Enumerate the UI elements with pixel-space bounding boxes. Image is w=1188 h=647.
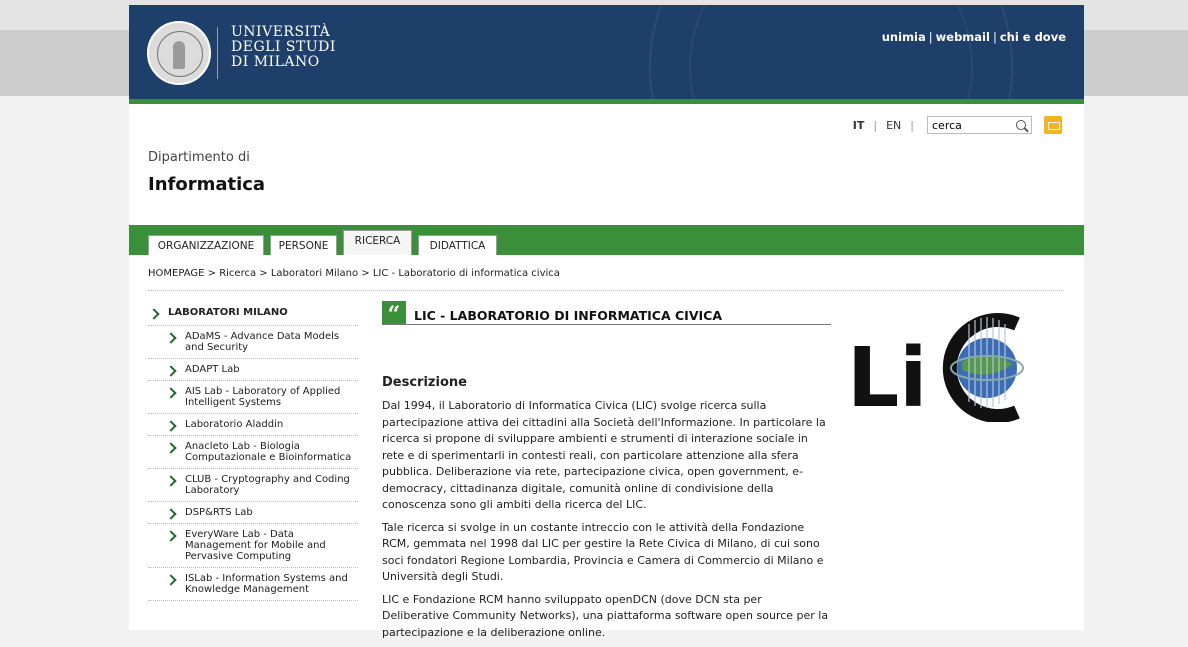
chevron-right-icon	[165, 332, 177, 344]
sidebar-item-ais[interactable]: AIS Lab - Laboratory of Applied Intellig…	[148, 381, 358, 414]
lang-it-link[interactable]: IT	[853, 119, 865, 132]
sidebar-item-label: EveryWare Lab - Data Management for Mobi…	[185, 529, 326, 562]
lang-en-link[interactable]: EN	[886, 119, 901, 132]
chevron-right-icon	[165, 365, 177, 377]
search-input[interactable]	[928, 117, 1016, 133]
sidebar-item-label: Laboratorio Aladdin	[185, 419, 284, 430]
sidebar-item-label: Anacleto Lab - Biologia Computazionale e…	[185, 441, 352, 463]
tab-didattica[interactable]: DIDATTICA	[418, 235, 497, 255]
sidebar-item-label: DSP&RTS Lab	[185, 507, 253, 518]
university-name[interactable]: UNIVERSITÀ DEGLI STUDI DI MILANO	[231, 25, 336, 70]
sidebar-item-label: ADAPT Lab	[185, 364, 240, 375]
chevron-right-icon	[165, 475, 177, 487]
header-divider	[217, 27, 218, 79]
webmail-link[interactable]: webmail	[936, 30, 990, 44]
chevron-right-icon	[165, 387, 177, 399]
university-header: UNIVERSITÀ DEGLI STUDI DI MILANO unimia |…	[129, 5, 1084, 99]
paragraph: Tale ricerca si svolge in un costante in…	[382, 520, 824, 584]
rss-icon[interactable]	[1044, 116, 1062, 134]
lang-separator: |	[910, 118, 914, 132]
sidebar-item-everyware[interactable]: EveryWare Lab - Data Management for Mobi…	[148, 524, 358, 568]
page-body: IT | EN | Dipartimento di Informatica OR…	[129, 104, 1084, 639]
paragraph: LIC e Fondazione RCM hanno sviluppato op…	[382, 592, 829, 639]
chevron-right-icon	[165, 530, 177, 542]
breadcrumb[interactable]: HOMEPAGE > Ricerca > Laboratori Milano >…	[148, 268, 560, 279]
description-text: Dal 1994, il Laboratorio di Informatica …	[382, 398, 832, 647]
top-links: unimia | webmail | chi e dove	[882, 30, 1066, 44]
lic-logo-text: Li	[847, 331, 927, 422]
sidebar-item-adapt[interactable]: ADAPT Lab	[148, 359, 358, 381]
lic-logo: Li	[847, 313, 1024, 422]
sidebar: LABORATORI MILANO ADaMS - Advance Data M…	[148, 304, 358, 601]
top-links-separator: |	[992, 30, 997, 44]
chevron-right-icon	[165, 508, 177, 520]
search-icon[interactable]	[1016, 120, 1026, 130]
tab-organizzazione[interactable]: ORGANIZZAZIONE	[148, 235, 264, 255]
search-box	[927, 116, 1032, 134]
sidebar-item-label: AIS Lab - Laboratory of Applied Intellig…	[185, 386, 341, 408]
sidebar-item-label: CLUB - Cryptography and Coding Laborator…	[185, 474, 350, 496]
sidebar-item-club[interactable]: CLUB - Cryptography and Coding Laborator…	[148, 469, 358, 502]
header-watermark-inner	[689, 5, 973, 99]
quote-icon: “	[382, 301, 406, 328]
sidebar-item-aladdin[interactable]: Laboratorio Aladdin	[148, 414, 358, 436]
university-name-line3: DI MILANO	[231, 54, 320, 70]
language-bar: IT | EN |	[853, 115, 1062, 135]
sidebar-item-dsprts[interactable]: DSP&RTS Lab	[148, 502, 358, 524]
title-underline	[382, 324, 831, 325]
tab-ricerca[interactable]: RICERCA	[343, 230, 412, 255]
sidebar-item-islab[interactable]: ISLab - Information Systems and Knowledg…	[148, 568, 358, 601]
lang-separator: |	[873, 118, 878, 132]
chi-e-dove-link[interactable]: chi e dove	[1000, 30, 1066, 44]
chevron-right-icon	[148, 308, 160, 320]
department-label: Dipartimento di	[148, 150, 250, 165]
chevron-right-icon	[165, 574, 177, 586]
sidebar-item-label: ISLab - Information Systems and Knowledg…	[185, 573, 348, 595]
paragraph: Dal 1994, il Laboratorio di Informatica …	[382, 399, 826, 511]
main-nav: ORGANIZZAZIONE PERSONE RICERCA DIDATTICA	[129, 225, 1084, 255]
unimia-link[interactable]: unimia	[882, 30, 926, 44]
top-links-separator: |	[928, 30, 933, 44]
tab-persone[interactable]: PERSONE	[270, 235, 337, 255]
breadcrumb-divider	[148, 290, 1064, 291]
sidebar-heading[interactable]: LABORATORI MILANO	[148, 304, 358, 326]
chevron-right-icon	[165, 442, 177, 454]
sidebar-item-label: ADaMS - Advance Data Models and Security	[185, 331, 340, 353]
university-seal-icon[interactable]	[147, 21, 211, 85]
university-name-line2: DEGLI STUDI	[231, 39, 336, 55]
page-title: LIC - LABORATORIO DI INFORMATICA CIVICA	[414, 308, 723, 323]
description-heading: Descrizione	[382, 375, 467, 390]
department-title[interactable]: Informatica	[148, 174, 265, 195]
sidebar-heading-label: LABORATORI MILANO	[168, 307, 288, 318]
sidebar-item-anacleto[interactable]: Anacleto Lab - Biologia Computazionale e…	[148, 436, 358, 469]
lic-logo-lines	[968, 317, 1006, 408]
university-name-line1: UNIVERSITÀ	[231, 24, 331, 40]
chevron-right-icon	[165, 420, 177, 432]
sidebar-item-adams[interactable]: ADaMS - Advance Data Models and Security	[148, 326, 358, 359]
